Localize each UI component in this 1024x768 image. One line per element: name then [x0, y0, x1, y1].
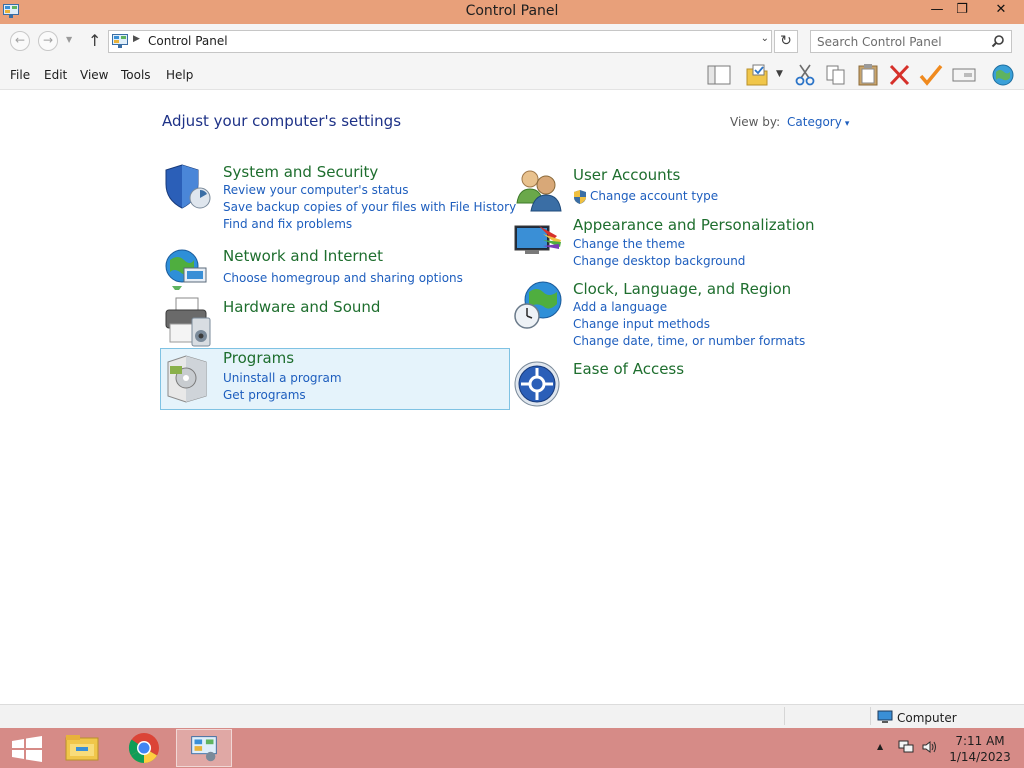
computer-icon [877, 710, 893, 723]
properties-icon[interactable] [951, 63, 977, 87]
close-button[interactable]: ✕ [984, 0, 1018, 22]
category-title[interactable]: Network and Internet [223, 247, 383, 265]
control-panel-icon [112, 34, 128, 48]
chrome-icon[interactable] [116, 729, 172, 767]
users-icon [516, 170, 562, 212]
refresh-button[interactable]: ↻ [774, 30, 798, 53]
clock-time[interactable]: 7:11 AM [945, 733, 1015, 749]
category-title[interactable]: Hardware and Sound [223, 298, 380, 316]
menu-view[interactable]: View [80, 68, 108, 82]
link-get-programs[interactable]: Get programs [223, 388, 306, 402]
maximize-button[interactable]: ❐ [946, 0, 978, 22]
link-desktop-background[interactable]: Change desktop background [573, 254, 745, 268]
status-divider [784, 707, 785, 725]
link-homegroup-sharing[interactable]: Choose homegroup and sharing options [223, 271, 463, 285]
category-title[interactable]: User Accounts [573, 166, 680, 184]
delete-icon[interactable] [887, 63, 913, 87]
forward-button[interactable]: → [38, 31, 58, 51]
address-field[interactable]: ▶ Control Panel ⌄ [108, 30, 772, 53]
category-title[interactable]: Clock, Language, and Region [573, 280, 791, 298]
shield-icon [165, 164, 211, 209]
link-add-language[interactable]: Add a language [573, 300, 667, 314]
programs-box-icon [167, 355, 207, 403]
network-globe-icon [165, 249, 207, 290]
search-input[interactable] [817, 33, 987, 50]
view-by-label: View by: [730, 115, 781, 129]
copy-icon[interactable] [823, 63, 849, 87]
status-location: Computer [897, 711, 957, 725]
printer-speaker-icon [165, 297, 211, 347]
paste-icon[interactable] [855, 63, 881, 87]
clock-globe-icon [514, 281, 562, 329]
monitor-paint-icon [514, 225, 561, 254]
view-by-dropdown[interactable]: Category ▾ [787, 115, 849, 129]
menu-help[interactable]: Help [166, 68, 193, 82]
show-hidden-icons-button[interactable]: ▲ [877, 742, 883, 751]
menu-edit[interactable]: Edit [44, 68, 67, 82]
volume-icon[interactable] [921, 739, 937, 755]
link-uninstall-program[interactable]: Uninstall a program [223, 371, 342, 385]
link-review-status[interactable]: Review your computer's status [223, 183, 409, 197]
folder-options-dropdown[interactable]: ▼ [776, 69, 783, 79]
control-panel-content: Adjust your computer's settings View by:… [0, 90, 1024, 704]
search-icon[interactable] [991, 34, 1005, 48]
category-title[interactable]: Programs [223, 349, 294, 367]
search-box[interactable] [810, 30, 1012, 53]
checked-folder-icon[interactable] [744, 63, 770, 87]
dropdown-arrow-icon[interactable]: ▾ [845, 119, 850, 129]
back-button[interactable]: ← [10, 31, 30, 51]
address-toolbar: ← → ▼ ↑ ▶ Control Panel ⌄ ↻ [0, 24, 1024, 60]
file-explorer-icon[interactable] [54, 729, 110, 767]
network-icon[interactable] [898, 739, 914, 755]
breadcrumb[interactable]: Control Panel [148, 34, 228, 48]
uac-shield-icon [574, 190, 586, 204]
window-title: Control Panel [465, 3, 559, 19]
link-file-history[interactable]: Save backup copies of your files with Fi… [223, 200, 516, 214]
category-title[interactable]: Ease of Access [573, 360, 684, 378]
status-divider [870, 707, 871, 725]
cut-icon[interactable] [792, 63, 818, 87]
link-date-time-formats[interactable]: Change date, time, or number formats [573, 334, 805, 348]
link-change-account-type[interactable]: Change account type [573, 189, 718, 204]
link-label[interactable]: Change account type [590, 189, 718, 203]
clock-date[interactable]: 1/14/2023 [945, 749, 1015, 765]
link-input-methods[interactable]: Change input methods [573, 317, 710, 331]
view-by-value[interactable]: Category [787, 115, 842, 129]
title-bar: Control Panel — ❐ ✕ [0, 0, 1024, 24]
link-find-fix-problems[interactable]: Find and fix problems [223, 217, 352, 231]
windows-start-icon[interactable] [0, 729, 56, 767]
breadcrumb-arrow-icon[interactable]: ▶ [133, 34, 140, 44]
checkmark-icon[interactable] [918, 63, 944, 87]
up-button[interactable]: ↑ [88, 31, 101, 50]
control-panel-icon[interactable] [176, 729, 232, 767]
link-change-theme[interactable]: Change the theme [573, 237, 685, 251]
status-bar: Computer [0, 704, 1024, 728]
menu-file[interactable]: File [10, 68, 30, 82]
system-clock[interactable]: 7:11 AM 1/14/2023 [945, 733, 1015, 765]
layout-pane-icon[interactable] [706, 63, 732, 87]
page-title: Adjust your computer's settings [162, 112, 402, 130]
menu-bar: File Edit View Tools Help ▼ [0, 60, 1024, 90]
category-title[interactable]: System and Security [223, 163, 378, 181]
ease-of-access-icon [514, 361, 560, 407]
globe-icon[interactable] [990, 63, 1016, 87]
address-dropdown-icon[interactable]: ⌄ [761, 33, 769, 44]
menu-tools[interactable]: Tools [121, 68, 151, 82]
taskbar: ▲ 7:11 AM 1/14/2023 [0, 728, 1024, 768]
recent-locations-button[interactable]: ▼ [66, 35, 72, 44]
category-title[interactable]: Appearance and Personalization [573, 216, 815, 234]
